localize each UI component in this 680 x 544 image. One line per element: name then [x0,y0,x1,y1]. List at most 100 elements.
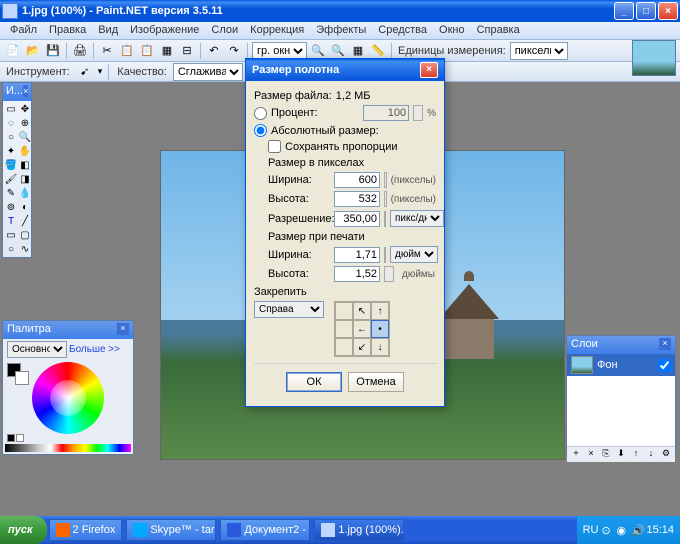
color-swatches-strip[interactable] [5,444,131,452]
deselect-icon[interactable]: ⊟ [178,42,196,60]
tray-clock[interactable]: 15:14 [646,524,674,536]
cancel-button[interactable]: Отмена [348,372,404,392]
move-icon[interactable]: ✥ [18,102,32,116]
new-icon[interactable]: 📄 [4,42,22,60]
anchor-s[interactable]: ↙ [353,338,371,356]
picker-icon[interactable]: 💧 [18,186,32,200]
layer-up-icon[interactable]: ↑ [629,448,643,462]
height-input[interactable] [334,191,380,207]
paste-icon[interactable]: 📋 [138,42,156,60]
layer-merge-icon[interactable]: ⬇ [614,448,628,462]
palette-close-icon[interactable]: × [117,323,129,335]
quality-select[interactable]: Сглажива... [173,63,243,81]
clone-icon[interactable]: ⊚ [4,200,18,214]
menu-view[interactable]: Вид [92,22,124,39]
anchor-ne[interactable]: ↑ [371,302,389,320]
color-mode-select[interactable]: Основной [7,341,67,358]
rect-icon[interactable]: ▭ [4,228,18,242]
bg-color-swatch[interactable] [15,371,29,385]
menu-file[interactable]: Файл [4,22,43,39]
anchor-c[interactable]: ← [353,320,371,338]
doc-thumbnail[interactable] [632,40,676,76]
task-item-skype[interactable]: Skype™ - tarr... [126,519,216,541]
current-tool-icon[interactable]: ➹ [76,63,94,81]
lasso-icon[interactable]: ◌ [4,116,18,130]
tools-panel-close-icon[interactable]: × [23,85,28,97]
layer-add-icon[interactable]: + [569,448,583,462]
resolution-input[interactable] [334,211,380,227]
menu-correction[interactable]: Коррекция [244,22,310,39]
width-input[interactable] [334,172,380,188]
ellipse-icon[interactable]: ○ [4,242,18,256]
close-button[interactable]: × [658,2,678,20]
anchor-e[interactable]: • [371,320,389,338]
tray-icon-2[interactable]: ◉ [616,524,628,536]
layer-visible-checkbox[interactable] [658,359,671,372]
resolution-spinner[interactable] [384,211,386,227]
wand-icon[interactable]: ✦ [4,144,18,158]
ok-button[interactable]: ОК [286,372,342,392]
menu-effects[interactable]: Эффекты [310,22,372,39]
round-rect-icon[interactable]: ▢ [18,228,32,242]
color-wheel[interactable] [32,362,104,434]
dialog-close-icon[interactable]: × [420,62,438,78]
anchor-n[interactable]: ↖ [353,302,371,320]
layer-down-icon[interactable]: ↓ [644,448,658,462]
zoom-select[interactable]: гр. окна [252,42,307,60]
task-item-document[interactable]: Документ2 - ... [220,519,310,541]
resolution-unit-select[interactable]: пикс/дюйм [390,210,444,227]
minimize-button[interactable]: _ [614,2,634,20]
mini-swatch-black[interactable] [7,434,15,442]
brush-icon[interactable]: 🖌 [4,172,18,186]
layer-props-icon[interactable]: ⚙ [659,448,673,462]
open-icon[interactable]: 📂 [24,42,42,60]
menu-tools[interactable]: Средства [372,22,433,39]
gradient-icon[interactable]: ◧ [18,158,32,172]
anchor-sw[interactable] [335,338,353,356]
text-icon[interactable]: T [4,214,18,228]
menu-edit[interactable]: Правка [43,22,92,39]
grid-icon[interactable]: ▦ [349,42,367,60]
absolute-radio[interactable] [254,124,267,137]
undo-icon[interactable]: ↶ [205,42,223,60]
start-button[interactable]: пуск [0,516,47,544]
tray-icon-1[interactable]: ⊙ [601,524,613,536]
zoom-out-icon[interactable]: 🔍 [309,42,327,60]
line-icon[interactable]: ╱ [18,214,32,228]
percent-radio[interactable] [254,107,267,120]
ellipse-select-icon[interactable]: ○ [4,130,18,144]
move-sel-icon[interactable]: ⊕ [18,116,32,130]
anchor-select[interactable]: Справа [254,301,324,318]
cut-icon[interactable]: ✂ [98,42,116,60]
print-width-unit-select[interactable]: дюймы [390,246,438,263]
keep-ratio-checkbox[interactable] [268,140,281,153]
print-height-input[interactable] [334,266,380,282]
redo-icon[interactable]: ↷ [225,42,243,60]
layers-close-icon[interactable]: × [659,338,671,350]
zoom-icon[interactable]: 🔍 [18,130,32,144]
layer-item[interactable]: Фон [567,354,675,376]
save-icon[interactable]: 💾 [44,42,62,60]
menu-layers[interactable]: Слои [205,22,244,39]
layer-duplicate-icon[interactable]: ⎘ [599,448,613,462]
more-button[interactable]: Больше >> [69,344,120,355]
height-spinner[interactable] [384,191,387,207]
percent-spinner[interactable] [413,105,423,121]
print-width-input[interactable] [334,247,380,263]
menu-help[interactable]: Справка [471,22,526,39]
pan-icon[interactable]: ✋ [18,144,32,158]
anchor-se[interactable]: ↓ [371,338,389,356]
units-select[interactable]: пикселы [510,42,568,60]
width-spinner[interactable] [384,172,387,188]
rect-select-icon[interactable]: ▭ [4,102,18,116]
fill-icon[interactable]: 🪣 [4,158,18,172]
maximize-button[interactable]: □ [636,2,656,20]
print-width-spinner[interactable] [384,247,386,263]
task-item-firefox[interactable]: 2 Firefox [49,519,123,541]
zoom-in-icon[interactable]: 🔍 [329,42,347,60]
layer-delete-icon[interactable]: × [584,448,598,462]
freeform-icon[interactable]: ∿ [18,242,32,256]
print-icon[interactable]: 🖨 [71,42,89,60]
ruler-icon[interactable]: 📏 [369,42,387,60]
task-item-paint[interactable]: 1.jpg (100%)... [314,519,404,541]
